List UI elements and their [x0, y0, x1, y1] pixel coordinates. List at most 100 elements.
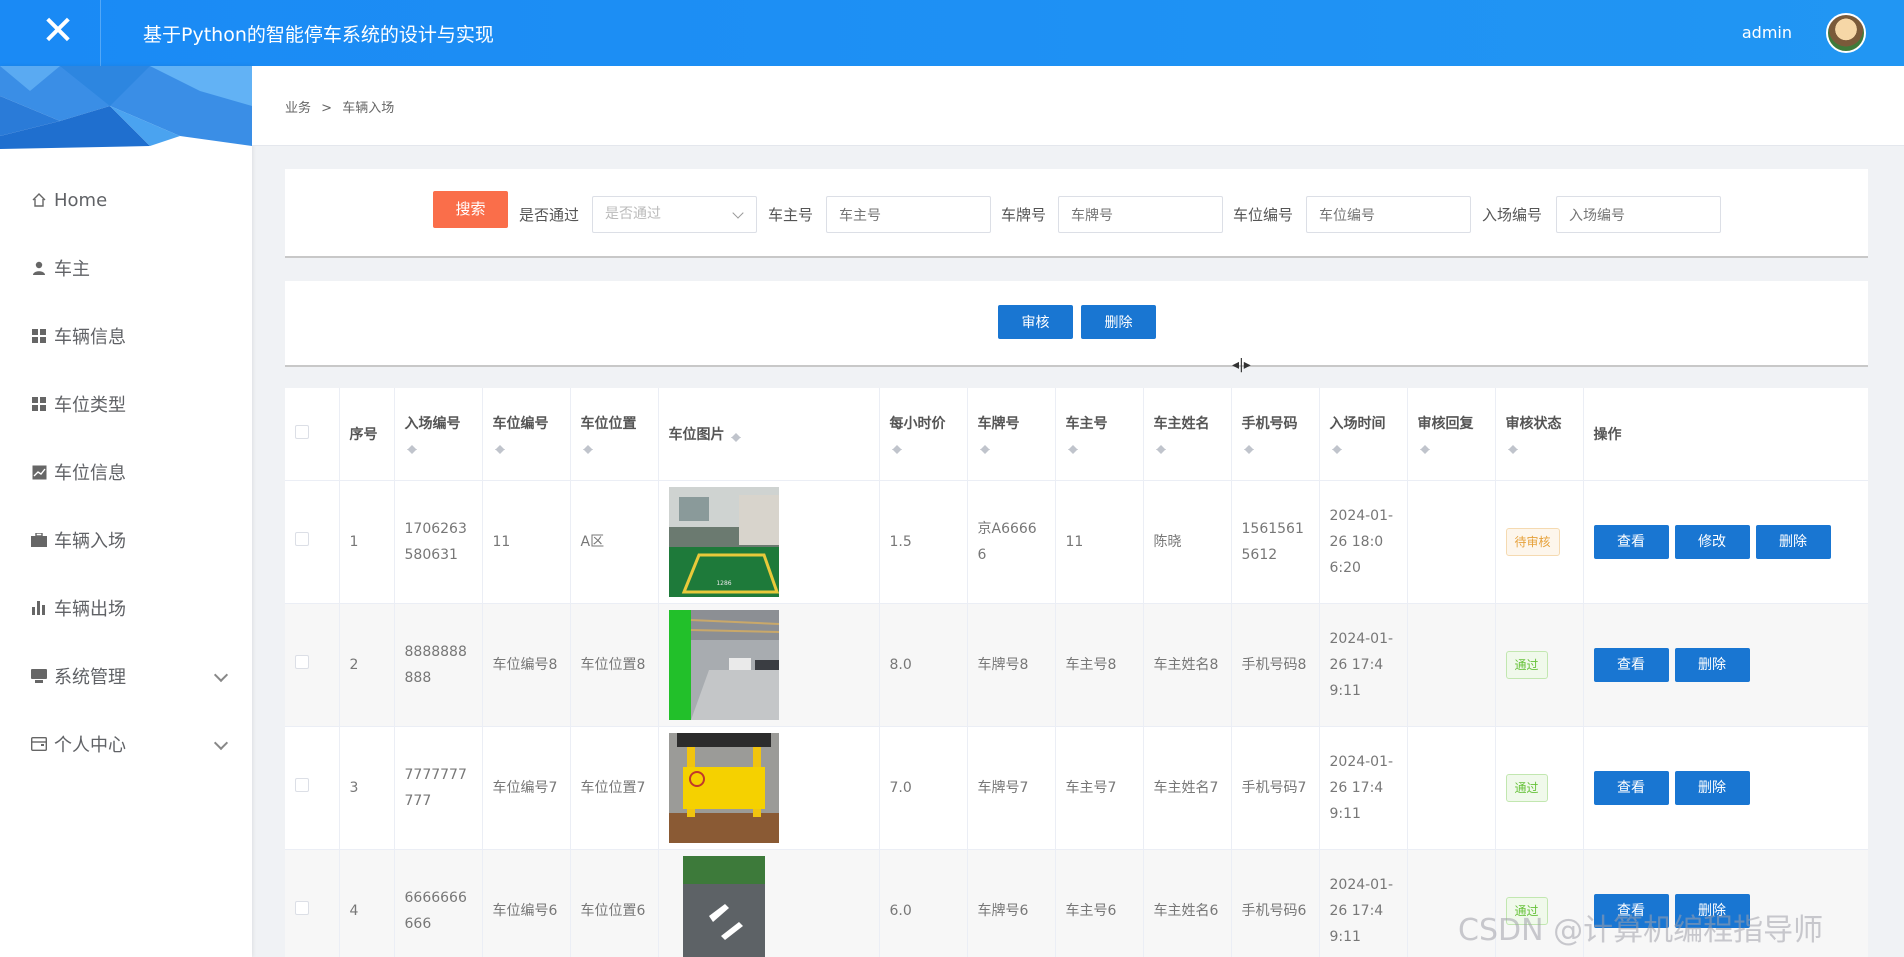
sort-icon[interactable]: [1243, 440, 1254, 454]
delete-button[interactable]: 删除: [1755, 524, 1831, 559]
approved-select[interactable]: 是否通过: [592, 196, 757, 233]
sort-icon[interactable]: [1507, 440, 1518, 454]
sort-icon[interactable]: [731, 428, 742, 442]
spot-no-input[interactable]: [1306, 196, 1471, 233]
sidebar-item-home[interactable]: Home: [0, 166, 252, 234]
cell-spot-image: [658, 849, 880, 957]
sort-icon[interactable]: [406, 440, 417, 454]
sidebar-item-spot-type[interactable]: 车位类型: [0, 370, 252, 438]
view-button[interactable]: 查看: [1593, 647, 1669, 682]
view-button[interactable]: 查看: [1593, 524, 1669, 559]
breadcrumb: 业务 > 车辆入场: [285, 97, 394, 116]
cell-spot-location: A区: [570, 480, 659, 604]
audit-button[interactable]: 审核: [998, 305, 1073, 339]
sidebar-nav: Home 车主 车辆信息 车位类型 车位信息 车辆入场 车辆出场 系统管理 个人…: [0, 166, 252, 778]
header-hourly-price[interactable]: 每小时价: [879, 388, 968, 481]
cell-phone: 15615615612: [1231, 480, 1320, 604]
header-label: 审核状态: [1505, 415, 1562, 432]
delete-button[interactable]: 删除: [1674, 770, 1750, 805]
cell-audit-reply: [1407, 603, 1496, 727]
header-spot-location[interactable]: 车位位置: [570, 388, 659, 481]
header-spot-image[interactable]: 车位图片: [658, 388, 880, 481]
row-checkbox[interactable]: [295, 900, 309, 915]
sidebar-item-vehicle-exit[interactable]: 车辆出场: [0, 574, 252, 642]
row-checkbox[interactable]: [295, 654, 309, 669]
entry-no-input[interactable]: [1556, 196, 1721, 233]
header-spot-no[interactable]: 车位编号: [482, 388, 571, 481]
header-owner-no[interactable]: 车主号: [1055, 388, 1144, 481]
status-badge: 通过: [1505, 773, 1548, 802]
sort-icon[interactable]: [891, 440, 902, 454]
sidebar-item-label: 个人中心: [54, 735, 126, 756]
row-checkbox[interactable]: [295, 531, 309, 546]
cell-owner-no: 车主号6: [1055, 849, 1144, 957]
view-button[interactable]: 查看: [1593, 770, 1669, 805]
avatar[interactable]: [1826, 13, 1866, 53]
row-select-cell: [285, 726, 340, 850]
sidebar-item-vehicle-entry[interactable]: 车辆入场: [0, 506, 252, 574]
header-entry-time[interactable]: 入场时间: [1319, 388, 1408, 481]
owner-no-input[interactable]: [826, 196, 991, 233]
breadcrumb-root[interactable]: 业务: [285, 101, 311, 116]
filter-label-entry-no: 入场编号: [1482, 206, 1543, 224]
cell-entry-time: 2024-01-26 18:06:20: [1319, 480, 1408, 604]
sidebar-item-spot-info[interactable]: 车位信息: [0, 438, 252, 506]
user-name[interactable]: admin: [1742, 23, 1792, 42]
row-checkbox[interactable]: [295, 777, 309, 792]
header-label: 审核回复: [1417, 415, 1474, 432]
spot-image: [668, 855, 779, 957]
chevron-down-icon[interactable]: [213, 735, 229, 751]
sidebar-item-system-management[interactable]: 系统管理: [0, 642, 252, 710]
sidebar-item-owner[interactable]: 车主: [0, 234, 252, 302]
header-audit-status[interactable]: 审核状态: [1495, 388, 1584, 481]
cell-index: 3: [339, 726, 395, 850]
sidebar-item-vehicle-info[interactable]: 车辆信息: [0, 302, 252, 370]
sidebar-item-label: 车位信息: [54, 463, 126, 484]
watermark: CSDN @计算机编程指导师: [1458, 913, 1824, 948]
cell-phone: 手机号码6: [1231, 849, 1320, 957]
bar-chart-icon: [30, 599, 48, 617]
sort-icon[interactable]: [979, 440, 990, 454]
top-bar: ✕ 基于Python的智能停车系统的设计与实现 admin: [0, 0, 1904, 66]
sort-icon[interactable]: [1419, 440, 1430, 454]
row-select-cell: [285, 603, 340, 727]
batch-delete-button[interactable]: 删除: [1081, 305, 1156, 339]
header-owner-name[interactable]: 车主姓名: [1143, 388, 1232, 481]
sidebar-item-label: 系统管理: [54, 667, 126, 688]
cell-entry-no: 1706263580631: [394, 480, 483, 604]
cell-spot-image: [658, 603, 880, 727]
cell-audit-status: 待审核: [1495, 480, 1584, 604]
delete-button[interactable]: 删除: [1674, 647, 1750, 682]
cell-entry-no: 8888888888: [394, 603, 483, 727]
grid-icon: [30, 395, 48, 413]
sort-icon[interactable]: [1155, 440, 1166, 454]
sort-icon[interactable]: [1331, 440, 1342, 454]
header-audit-reply[interactable]: 审核回复: [1407, 388, 1496, 481]
header-label: 车位编号: [492, 415, 549, 432]
sort-icon[interactable]: [1067, 440, 1078, 454]
close-icon[interactable]: ✕: [40, 11, 76, 51]
cell-plate: 车牌号6: [967, 849, 1056, 957]
edit-button[interactable]: 修改: [1674, 524, 1750, 559]
chevron-down-icon[interactable]: [213, 667, 229, 683]
sidebar-item-label: 车辆入场: [54, 531, 126, 552]
cell-entry-no: 7777777777: [394, 726, 483, 850]
sort-icon[interactable]: [494, 440, 505, 454]
select-all-checkbox[interactable]: [295, 424, 309, 439]
breadcrumb-current: 车辆入场: [342, 101, 395, 116]
header-label: 车主号: [1065, 415, 1108, 432]
cell-entry-no: 6666666666: [394, 849, 483, 957]
plate-input[interactable]: [1058, 196, 1223, 233]
search-button[interactable]: 搜索: [433, 191, 508, 228]
header-plate[interactable]: 车牌号: [967, 388, 1056, 481]
header-entry-no[interactable]: 入场编号: [394, 388, 483, 481]
svg-text:1286: 1286: [716, 580, 731, 587]
header-label: 车位位置: [580, 415, 637, 432]
app-title: 基于Python的智能停车系统的设计与实现: [143, 24, 494, 46]
sidebar-item-personal-center[interactable]: 个人中心: [0, 710, 252, 778]
sort-icon[interactable]: [582, 440, 593, 454]
approved-select-placeholder: 是否通过: [605, 206, 661, 222]
header-phone[interactable]: 手机号码: [1231, 388, 1320, 481]
sidebar-item-label: Home: [54, 189, 108, 211]
row-select-cell: [285, 480, 340, 604]
